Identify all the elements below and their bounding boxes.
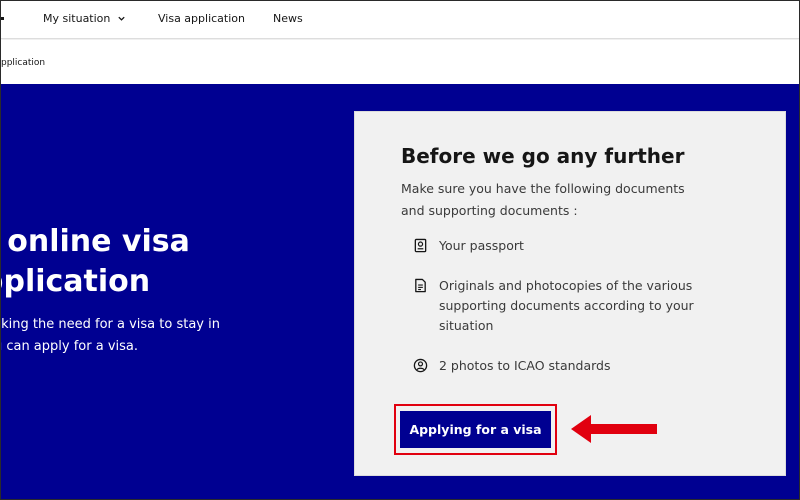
top-navigation: My situation Visa application News — [1, 1, 799, 39]
photo-user-icon — [413, 358, 428, 373]
annotation-arrow-icon — [571, 415, 657, 443]
annotation-highlight-box: Applying for a visa — [394, 404, 557, 455]
hero-title: r online visa pplication — [1, 224, 190, 299]
browser-viewport: My situation Visa application News pplic… — [0, 0, 800, 500]
list-item: Your passport — [413, 236, 743, 256]
nav-item-news[interactable]: News — [273, 12, 303, 25]
card-title: Before we go any further — [401, 144, 685, 168]
nav-item-label: News — [273, 12, 303, 25]
nav-item-label: Visa application — [158, 12, 245, 25]
apply-for-visa-button[interactable]: Applying for a visa — [400, 411, 551, 448]
hero-description: ecking the need for a visa to stay in ou… — [1, 317, 220, 354]
nav-item-label: My situation — [43, 12, 111, 25]
nav-item-my-situation[interactable]: My situation — [43, 12, 126, 25]
chevron-down-icon — [118, 16, 126, 21]
list-item: 2 photos to ICAO standards — [413, 356, 743, 376]
passport-icon — [414, 238, 427, 253]
card-intro: Make sure you have the following documen… — [401, 181, 685, 218]
list-item-label: Your passport — [439, 238, 524, 253]
list-item-label: 2 photos to ICAO standards — [439, 358, 611, 373]
breadcrumb-current[interactable]: pplication — [1, 58, 45, 68]
list-item: Originals and photocopies of the various… — [413, 276, 743, 336]
nav-edge-mark — [1, 17, 4, 20]
document-list: Your passport Originals and photocopies … — [413, 236, 743, 396]
breadcrumb: pplication — [1, 40, 799, 84]
list-item-label: Originals and photocopies of the various… — [439, 278, 694, 333]
nav-item-visa-application[interactable]: Visa application — [158, 12, 245, 25]
document-icon — [415, 278, 426, 293]
